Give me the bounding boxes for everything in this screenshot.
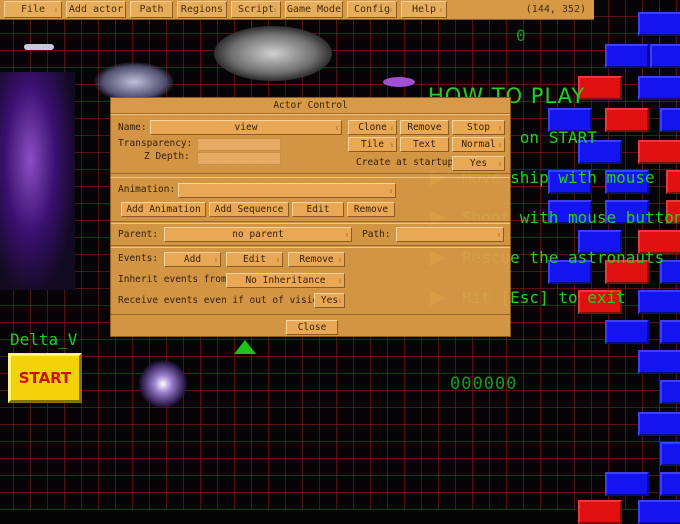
menu-help[interactable]: Help [401, 1, 447, 18]
name-select[interactable]: view [150, 120, 342, 135]
menu-script[interactable]: Script [231, 1, 281, 18]
ufo-decoration [214, 26, 332, 81]
menu-regions[interactable]: Regions [177, 1, 227, 18]
z-depth-slider[interactable] [197, 152, 281, 165]
animation-label: Animation: [118, 184, 176, 195]
rocket-icon [24, 44, 54, 50]
events-remove-select[interactable]: Remove [288, 252, 345, 267]
brick [638, 12, 680, 36]
inherit-label: Inherit events from: [118, 274, 233, 285]
menu-add-actor[interactable]: Add actor [66, 1, 126, 18]
brick [638, 350, 680, 374]
brick [605, 108, 649, 132]
parent-select[interactable]: no parent [164, 227, 352, 242]
receive-events-label: Receive events even if out of vision: [118, 295, 330, 306]
events-edit-select[interactable]: Edit [226, 252, 283, 267]
events-label: Events: [118, 253, 159, 264]
remove-animation-button[interactable]: Remove [347, 202, 395, 217]
cursor-coordinates: (144, 352) [525, 4, 586, 15]
close-button[interactable]: Close [286, 320, 338, 335]
menu-config[interactable]: Config [347, 1, 397, 18]
name-label: Name: [118, 122, 147, 133]
planet-decoration [0, 72, 75, 290]
brick [660, 380, 680, 404]
brick [660, 442, 680, 466]
menu-bar: File Add actor Path Regions Script Game … [0, 0, 594, 20]
normal-select[interactable]: Normal [452, 137, 505, 152]
clone-button[interactable]: Clone [348, 120, 397, 135]
ufo-small-decoration [94, 62, 174, 102]
menu-path[interactable]: Path [130, 1, 173, 18]
score-display: 000000 [450, 374, 518, 394]
brick [660, 472, 680, 496]
brick [638, 76, 680, 100]
ship-icon [234, 340, 256, 354]
receive-events-select[interactable]: Yes [314, 293, 345, 308]
add-animation-button[interactable]: Add Animation [121, 202, 206, 217]
saucer-decoration [383, 77, 415, 87]
transparency-slider[interactable] [197, 138, 281, 151]
brick [605, 44, 649, 68]
game-name: Delta_V [10, 330, 78, 349]
animation-select[interactable] [178, 183, 396, 198]
brick [660, 108, 680, 132]
galaxy-decoration [138, 360, 188, 408]
add-sequence-button[interactable]: Add Sequence [209, 202, 289, 217]
create-startup-label: Create at startup: [356, 157, 459, 168]
brick [638, 412, 680, 436]
create-startup-select[interactable]: Yes [452, 156, 505, 171]
brick [605, 472, 649, 496]
start-button[interactable]: START [8, 353, 82, 403]
tile-select[interactable]: Tile [348, 137, 397, 152]
brick [578, 500, 622, 524]
events-section: Events: Add Edit Remove Inherit events f… [111, 247, 510, 315]
brick [638, 500, 680, 524]
transparency-label: Transparency: [118, 138, 193, 149]
brick [666, 170, 680, 194]
animation-section: Animation: Add Animation Add Sequence Ed… [111, 177, 510, 222]
menu-file[interactable]: File [4, 1, 62, 18]
inherit-select[interactable]: No Inheritance [226, 273, 345, 288]
stop-select[interactable]: Stop [452, 120, 505, 135]
events-add-select[interactable]: Add [164, 252, 221, 267]
menu-game-mode[interactable]: Game Mode [285, 1, 343, 18]
dialog-title: Actor Control [111, 98, 510, 114]
parent-section: Parent: no parent Path: [111, 223, 510, 246]
actor-section: Name: view Clone Remove Stop Tile Text N… [111, 114, 510, 174]
path-select[interactable] [396, 227, 504, 242]
brick [605, 320, 649, 344]
brick [660, 320, 680, 344]
edit-animation-button[interactable]: Edit [292, 202, 344, 217]
text-button[interactable]: Text [400, 137, 449, 152]
brick [650, 44, 680, 68]
actor-control-dialog: Actor Control Name: view Clone Remove St… [110, 97, 511, 337]
lives-display: 0 [516, 26, 526, 45]
z-depth-label: Z Depth: [144, 151, 190, 162]
brick [638, 140, 680, 164]
path-label: Path: [362, 229, 391, 240]
remove-actor-button[interactable]: Remove [400, 120, 449, 135]
parent-label: Parent: [118, 229, 159, 240]
brick [638, 290, 680, 314]
